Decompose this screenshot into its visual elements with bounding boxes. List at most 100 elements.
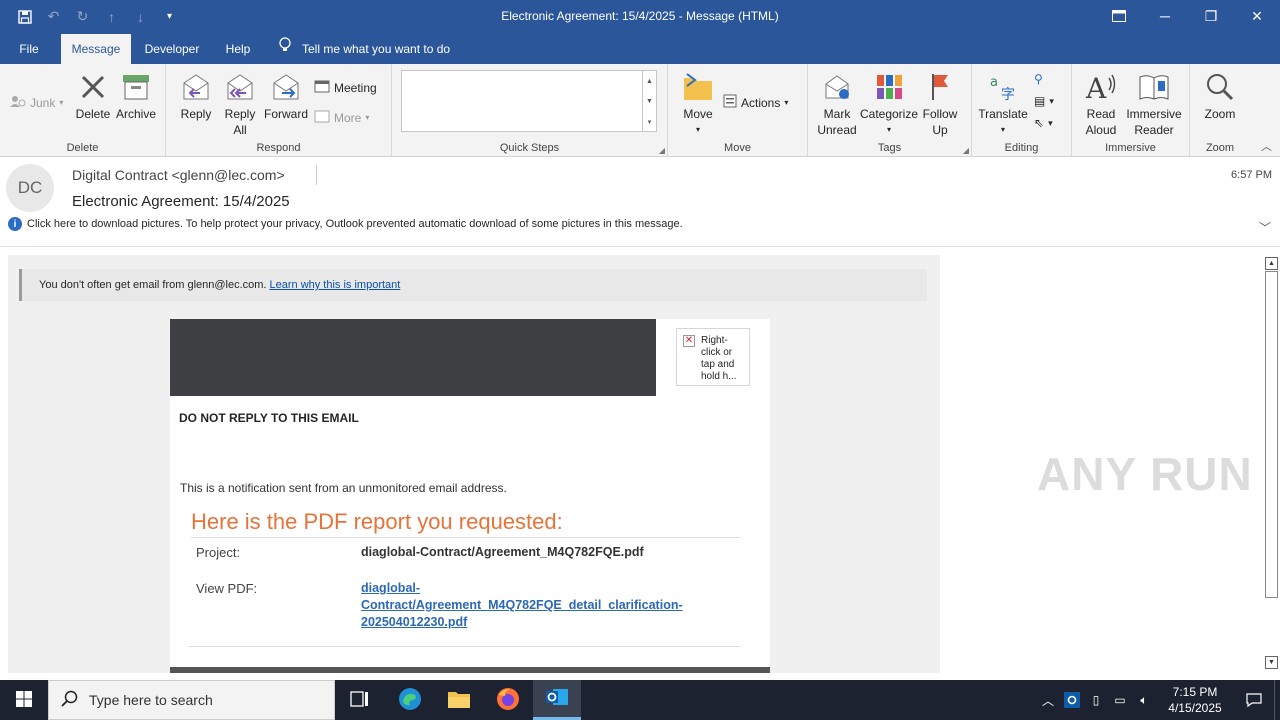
mark-unread-button[interactable]: Mark Unread: [814, 70, 860, 138]
avatar[interactable]: DC: [6, 164, 54, 212]
more-button[interactable]: More ▾: [314, 109, 369, 126]
clock-date: 4/15/2025: [1168, 701, 1222, 715]
show-hidden-icons-icon[interactable]: ︿: [1036, 692, 1060, 709]
email-content: ✕ Right-click or tap and hold h... DO NO…: [170, 319, 770, 673]
archive-button[interactable]: Archive: [114, 70, 158, 122]
reply-all-icon: [223, 70, 257, 104]
chevron-down-icon: ▾: [695, 125, 700, 134]
tab-developer[interactable]: Developer: [138, 34, 206, 64]
read-aloud-button[interactable]: A Read Aloud: [1078, 70, 1124, 138]
move-label: Move: [683, 107, 713, 121]
scroll-down-icon[interactable]: ▼: [1265, 656, 1278, 669]
email-banner: [170, 319, 656, 396]
reply-all-button[interactable]: Reply All: [220, 70, 260, 138]
volume-icon[interactable]: 🔈︎: [1132, 693, 1156, 708]
group-zoom: Zoom Zoom: [1190, 64, 1250, 157]
meeting-button[interactable]: Meeting: [314, 79, 377, 96]
junk-label: Junk: [30, 95, 56, 110]
start-button[interactable]: [0, 680, 48, 720]
categorize-icon: [872, 70, 906, 104]
collapse-ribbon-icon[interactable]: ︿: [1261, 138, 1272, 154]
move-button[interactable]: Move ▾: [680, 70, 716, 138]
folder-move-icon: [681, 70, 715, 104]
group-label-zoom: Zoom: [1205, 142, 1235, 154]
clock[interactable]: 7:15 PM 4/15/2025: [1156, 684, 1234, 716]
reply-button[interactable]: Reply: [176, 70, 216, 122]
read-aloud-label-1: Read: [1086, 107, 1116, 121]
restore-icon[interactable]: ❐: [1188, 0, 1234, 32]
actions-button[interactable]: Actions ▾: [723, 94, 788, 111]
dialog-launcher-icon[interactable]: ◢: [963, 146, 969, 155]
firefox-button[interactable]: [484, 680, 532, 720]
tab-message[interactable]: Message: [61, 34, 131, 64]
vertical-scrollbar[interactable]: ▲ ▼: [1263, 255, 1280, 673]
forward-button[interactable]: Forward: [262, 70, 310, 122]
immersive-reader-button[interactable]: Immersive Reader: [1124, 70, 1184, 138]
group-label-delete: Delete: [66, 142, 99, 154]
magnifier-icon: [1203, 70, 1237, 104]
task-view-button[interactable]: [336, 680, 384, 720]
gallery-down-icon[interactable]: ▼: [642, 91, 656, 111]
svg-text:a: a: [990, 75, 998, 90]
learn-why-link[interactable]: Learn why this is important: [270, 279, 401, 291]
blocked-image-text: Right-click or tap and hold h...: [701, 335, 737, 382]
minimize-icon[interactable]: ─: [1142, 0, 1188, 32]
close-icon[interactable]: ✕: [1234, 0, 1280, 32]
junk-button[interactable]: Junk ▾: [10, 94, 63, 111]
tab-help[interactable]: Help: [216, 34, 260, 64]
zoom-button[interactable]: Zoom: [1198, 70, 1242, 122]
quick-steps-gallery[interactable]: ▲ ▼ ▾: [401, 70, 657, 132]
group-label-move: Move: [724, 142, 751, 154]
sender-name[interactable]: Digital Contract <glenn@lec.com>: [72, 167, 285, 183]
translate-button[interactable]: a字 Translate ▾: [976, 70, 1030, 138]
notifications-icon[interactable]: [1234, 692, 1274, 708]
cursor-icon: ⇖: [1034, 116, 1045, 130]
info-bar[interactable]: i Click here to download pictures. To he…: [8, 217, 683, 231]
tab-file[interactable]: File: [8, 34, 50, 64]
system-tray: ︿ ▯ ▭ 🔈︎ 7:15 PM 4/15/2025: [1036, 680, 1280, 720]
dialog-launcher-icon[interactable]: ◢: [659, 146, 665, 155]
message-subject: Electronic Agreement: 15/4/2025: [72, 193, 290, 210]
related-button[interactable]: ▤ ▾: [1034, 94, 1054, 108]
group-label-quick-steps: Quick Steps: [499, 142, 560, 154]
svg-text:字: 字: [1001, 87, 1015, 102]
blocked-image[interactable]: ✕ Right-click or tap and hold h...: [676, 328, 750, 386]
do-not-reply-heading: DO NOT REPLY TO THIS EMAIL: [179, 411, 359, 425]
outlook-tray-icon[interactable]: [1060, 692, 1084, 708]
categorize-button[interactable]: Categorize ▾: [860, 70, 918, 138]
file-explorer-button[interactable]: [435, 680, 483, 720]
edge-icon: [398, 687, 422, 714]
mark-unread-label-1: Mark: [823, 107, 851, 121]
find-button[interactable]: ⚲: [1034, 72, 1043, 86]
zoom-label: Zoom: [1204, 107, 1236, 121]
follow-up-button[interactable]: Follow Up: [920, 70, 960, 138]
gallery-expand-icon[interactable]: ▾: [642, 111, 656, 132]
ribbon-display-options-icon[interactable]: [1096, 0, 1142, 32]
ribbon-tabs: File Message Developer Help Tell me what…: [0, 34, 1280, 64]
edge-button[interactable]: [386, 680, 434, 720]
outlook-button[interactable]: [533, 680, 581, 720]
chevron-down-icon[interactable]: ﹀: [1259, 219, 1271, 236]
gallery-up-icon[interactable]: ▲: [642, 71, 656, 91]
delete-button[interactable]: Delete: [74, 70, 112, 122]
immersive-reader-icon: [1137, 70, 1171, 104]
tell-me-search[interactable]: Tell me what you want to do: [278, 34, 450, 64]
chevron-down-icon: ▾: [59, 98, 64, 107]
scroll-up-icon[interactable]: ▲: [1265, 257, 1278, 270]
forward-icon: [269, 70, 303, 104]
pdf-report-heading: Here is the PDF report you requested:: [191, 509, 740, 538]
taskbar-search[interactable]: Type here to search: [48, 680, 335, 720]
project-label: Project:: [196, 545, 241, 560]
select-button[interactable]: ⇖ ▾: [1034, 116, 1053, 130]
show-desktop-button[interactable]: [1274, 680, 1280, 720]
device-icon[interactable]: ▯: [1084, 693, 1108, 707]
network-icon[interactable]: ▭: [1108, 693, 1132, 707]
chevron-down-icon: ▾: [886, 125, 891, 134]
group-editing: a字 Translate ▾ ⚲ ▤ ▾ ⇖ ▾ Editing: [972, 64, 1072, 157]
group-label-immersive: Immersive: [1105, 142, 1156, 154]
reading-pane: You don't often get email from glenn@lec…: [0, 247, 1256, 673]
scroll-thumb[interactable]: [1265, 271, 1278, 598]
view-pdf-link[interactable]: diaglobal-Contract/Agreement_M4Q782FQE_d…: [361, 580, 721, 631]
group-immersive: A Read Aloud Immersive Reader Immersive: [1072, 64, 1190, 157]
group-move: Move ▾ Actions ▾ Move: [668, 64, 808, 157]
